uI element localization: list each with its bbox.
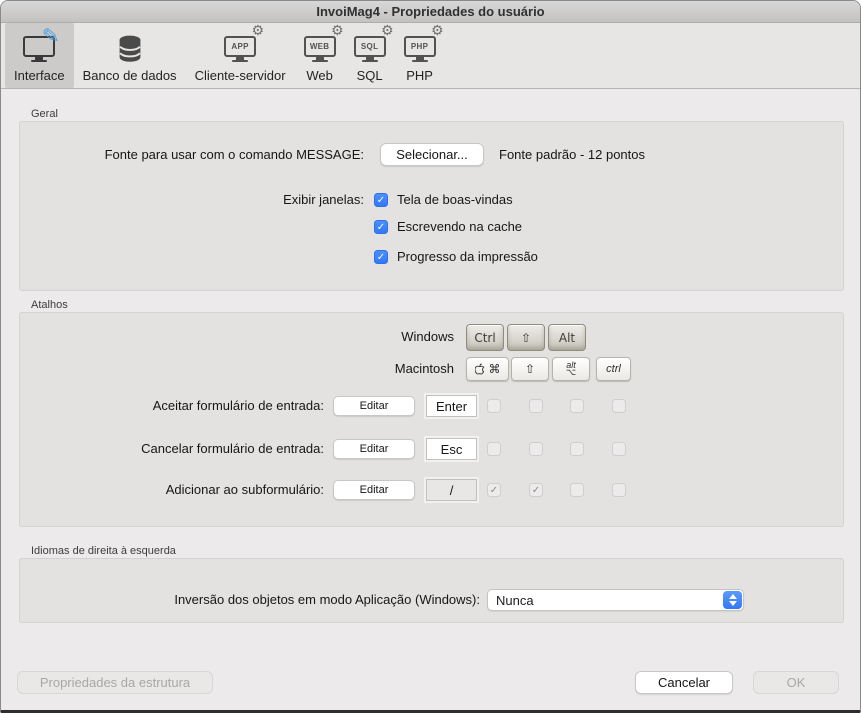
edit-accept-shortcut-button[interactable]: Editar	[333, 396, 415, 416]
selected-option: Nunca	[496, 593, 534, 608]
show-windows-label: Exibir janelas:	[40, 192, 364, 207]
select-stepper-icon	[723, 591, 742, 609]
web-badge: WEB	[310, 42, 330, 51]
window-title: InvoiMag4 - Propriedades do usuário	[316, 4, 544, 19]
checkbox-label: Progresso da impressão	[397, 249, 538, 264]
windows-alt-key: Alt	[548, 324, 586, 351]
accept-modifier-checkbox-3[interactable]	[570, 399, 584, 413]
edit-subform-shortcut-button[interactable]: Editar	[333, 480, 415, 500]
accept-modifier-checkbox-2[interactable]	[529, 399, 543, 413]
checkbox-cache-writing[interactable]	[374, 220, 388, 234]
structure-properties-button[interactable]: Propriedades da estrutura	[17, 671, 213, 694]
sql-monitor-gear-icon: SQL ⚙	[354, 33, 386, 65]
apple-icon	[475, 363, 485, 375]
mac-platform-label: Macintosh	[40, 361, 454, 376]
gear-icon: ⚙	[381, 23, 394, 39]
toolbar-item-web[interactable]: WEB ⚙ Web	[295, 23, 345, 88]
database-icon	[116, 33, 144, 65]
windows-ctrl-key: Ctrl	[466, 324, 504, 351]
gear-icon: ⚙	[331, 23, 344, 39]
toolbar-item-cliente-servidor[interactable]: APP ⚙ Cliente-servidor	[186, 23, 295, 88]
toolbar-item-php[interactable]: PHP ⚙ PHP	[395, 23, 445, 88]
app-badge: APP	[231, 42, 248, 51]
titlebar[interactable]: InvoiMag4 - Propriedades do usuário	[1, 1, 860, 23]
toolbar-item-interface[interactable]: ✎ Interface	[5, 23, 74, 88]
toolbar-item-label: Cliente-servidor	[195, 68, 286, 83]
mac-control-key: ctrl	[596, 357, 631, 381]
section-title-idiomas: Idiomas de direita à esquerda	[31, 545, 176, 557]
message-font-label: Fonte para usar com o comando MESSAGE:	[40, 147, 364, 162]
checkbox-welcome-screen[interactable]	[374, 193, 388, 207]
cancel-button[interactable]: Cancelar	[635, 671, 733, 694]
section-idiomas: Inversão dos objetos em modo Aplicação (…	[19, 558, 844, 623]
font-value-text: Fonte padrão - 12 pontos	[499, 147, 645, 162]
toolbar-item-label: Interface	[14, 68, 65, 83]
php-badge: PHP	[411, 42, 428, 51]
section-atalhos: Windows Ctrl ⇧ Alt Macintosh ⌘ ⇧ alt⌥ ct…	[19, 312, 844, 527]
toolbar-item-label: Banco de dados	[83, 68, 177, 83]
toolbar-item-label: SQL	[357, 68, 383, 83]
gear-icon: ⚙	[431, 23, 444, 39]
app-monitor-gear-icon: APP ⚙	[224, 33, 256, 65]
accept-modifier-checkbox-1[interactable]	[487, 399, 501, 413]
monitor-pencil-icon: ✎	[23, 33, 55, 65]
object-inversion-label: Inversão dos objetos em modo Aplicação (…	[40, 592, 480, 607]
toolbar: ✎ Interface Banco de dados APP ⚙ Cliente…	[1, 23, 860, 89]
section-geral: Fonte para usar com o comando MESSAGE: S…	[19, 121, 844, 291]
gear-icon: ⚙	[252, 23, 265, 39]
toolbar-item-label: Web	[306, 68, 333, 83]
toolbar-item-banco-de-dados[interactable]: Banco de dados	[74, 23, 186, 88]
mac-option-key: alt⌥	[552, 357, 590, 381]
ctrl-text: ctrl	[606, 363, 621, 375]
accept-key-display: Enter	[426, 395, 477, 417]
select-font-button[interactable]: Selecionar...	[380, 143, 484, 166]
chevron-down-icon	[729, 601, 737, 606]
toolbar-item-label: PHP	[406, 68, 433, 83]
subform-modifier-checkbox-2[interactable]	[529, 483, 543, 497]
cancel-modifier-checkbox-2[interactable]	[529, 442, 543, 456]
user-properties-dialog: InvoiMag4 - Propriedades do usuário ✎ In…	[0, 0, 861, 713]
accept-modifier-checkbox-4[interactable]	[612, 399, 626, 413]
mac-command-key: ⌘	[466, 357, 509, 381]
cancel-modifier-checkbox-4[interactable]	[612, 442, 626, 456]
php-monitor-gear-icon: PHP ⚙	[404, 33, 436, 65]
pencil-icon: ✎	[41, 23, 60, 48]
cancel-modifier-checkbox-1[interactable]	[487, 442, 501, 456]
subform-modifier-checkbox-4[interactable]	[612, 483, 626, 497]
inversion-mode-select[interactable]: Nunca	[487, 589, 744, 611]
subform-key-display: /	[426, 479, 477, 501]
section-title-atalhos: Atalhos	[31, 299, 68, 311]
checkbox-label: Tela de boas-vindas	[397, 192, 513, 207]
windows-shift-key: ⇧	[507, 324, 545, 351]
cancel-form-label: Cancelar formulário de entrada:	[40, 441, 324, 456]
chevron-up-icon	[729, 594, 737, 599]
accept-form-label: Aceitar formulário de entrada:	[40, 398, 324, 413]
windows-platform-label: Windows	[40, 329, 454, 344]
section-title-geral: Geral	[31, 108, 58, 120]
subform-modifier-checkbox-3[interactable]	[570, 483, 584, 497]
add-subform-label: Adicionar ao subformulário:	[40, 482, 324, 497]
edit-cancel-shortcut-button[interactable]: Editar	[333, 439, 415, 459]
cancel-modifier-checkbox-3[interactable]	[570, 442, 584, 456]
checkbox-print-progress[interactable]	[374, 250, 388, 264]
mac-shift-key: ⇧	[511, 357, 549, 381]
command-glyph: ⌘	[489, 362, 501, 376]
option-glyph: ⌥	[566, 369, 576, 377]
ok-button[interactable]: OK	[753, 671, 839, 694]
cancel-key-display: Esc	[426, 438, 477, 460]
checkbox-label: Escrevendo na cache	[397, 219, 522, 234]
web-monitor-gear-icon: WEB ⚙	[304, 33, 336, 65]
toolbar-item-sql[interactable]: SQL ⚙ SQL	[345, 23, 395, 88]
subform-modifier-checkbox-1[interactable]	[487, 483, 501, 497]
sql-badge: SQL	[361, 42, 378, 51]
